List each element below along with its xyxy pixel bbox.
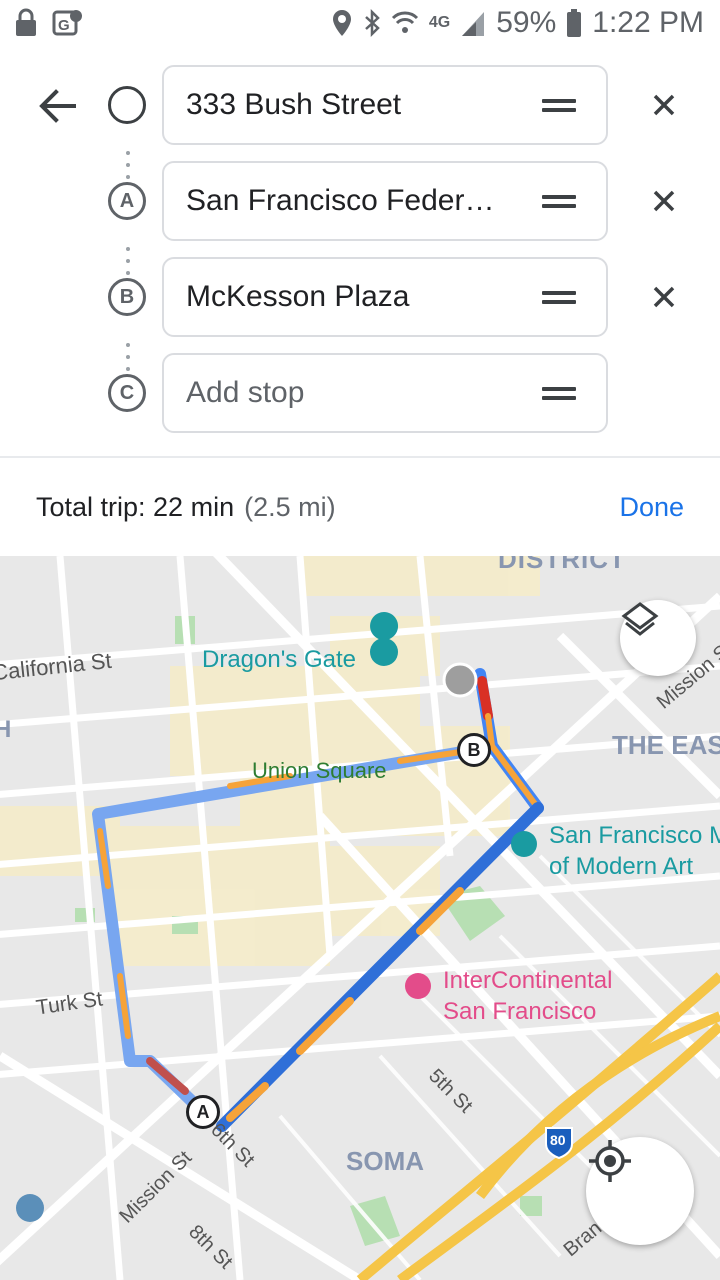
stop-row-c: C Add stop (0, 353, 720, 433)
map-label-intercontinental-line1: InterContinental (443, 967, 613, 994)
svg-text:G: G (58, 17, 70, 34)
add-stop-placeholder: Add stop (186, 376, 305, 409)
route-marker-b[interactable]: B (457, 733, 491, 767)
drag-handle-icon[interactable] (542, 195, 576, 211)
stop-c-marker: C (108, 374, 146, 412)
map-view[interactable]: DISTRICT California St Dragon's Gate Mis… (0, 556, 720, 1280)
origin-circle-icon (108, 86, 146, 124)
location-icon (332, 10, 351, 36)
highway-shield-label: 80 (550, 1132, 566, 1148)
map-label-h: H (0, 716, 12, 743)
clock: 1:22 PM (592, 6, 704, 39)
remove-stop-a-button[interactable] (648, 185, 680, 217)
battery-percent: 59% (496, 6, 557, 39)
network-type: 4G (428, 14, 451, 31)
map-label-sfmoma-line2: of Modern Art (549, 853, 694, 880)
close-icon (653, 190, 675, 212)
stop-a-input[interactable]: San Francisco Feder… (162, 161, 608, 241)
done-button[interactable]: Done (619, 492, 684, 523)
trip-distance: (2.5 mi) (244, 492, 336, 522)
directions-panel: 333 Bush Street A San Francisco Feder… B… (0, 48, 720, 556)
close-icon (653, 94, 675, 116)
stop-row-origin: 333 Bush Street (0, 65, 720, 145)
stop-a-value: San Francisco Feder… (186, 184, 495, 217)
lock-icon (16, 8, 36, 36)
map-label-district: DISTRICT (498, 556, 626, 574)
drag-handle-icon[interactable] (542, 291, 576, 307)
map-label-dragons-gate: Dragon's Gate (202, 646, 356, 673)
map-label-intercontinental-line2: San Francisco (443, 998, 597, 1025)
remove-origin-button[interactable] (648, 89, 680, 121)
divider (0, 456, 720, 458)
battery-icon (567, 9, 582, 37)
stop-b-input[interactable]: McKesson Plaza (162, 257, 608, 337)
stop-row-b: B McKesson Plaza (0, 257, 720, 337)
trip-duration: Total trip: 22 min (36, 492, 235, 522)
layers-button[interactable] (620, 600, 696, 676)
trip-summary: Total trip: 22 min (2.5 mi) (36, 492, 336, 523)
map-label-sfmoma-line1: San Francisco M (549, 822, 720, 849)
maps-notification-icon: G (52, 10, 82, 36)
stop-a-marker: A (108, 182, 146, 220)
my-location-icon (589, 1140, 631, 1182)
signal-icon (462, 12, 485, 36)
map-label-soma: SOMA (346, 1146, 424, 1176)
stop-b-marker: B (108, 278, 146, 316)
stop-b-value: McKesson Plaza (186, 280, 410, 313)
close-icon (653, 286, 675, 308)
route-marker-a[interactable]: A (186, 1095, 220, 1129)
stop-row-a: A San Francisco Feder… (0, 161, 720, 241)
map-label-union-square: Union Square (252, 758, 387, 783)
map-label-the-east: THE EAS (612, 730, 720, 760)
origin-input[interactable]: 333 Bush Street (162, 65, 608, 145)
bluetooth-icon (365, 8, 380, 38)
drag-handle-icon[interactable] (542, 387, 576, 403)
remove-stop-b-button[interactable] (648, 281, 680, 313)
origin-value: 333 Bush Street (186, 88, 402, 121)
my-location-button[interactable] (586, 1137, 694, 1245)
drag-handle-icon[interactable] (542, 99, 576, 115)
wifi-icon (391, 11, 418, 33)
layers-icon (621, 602, 659, 636)
status-bar: G 4G 59% 1:22 PM (0, 0, 720, 48)
add-stop-input[interactable]: Add stop (162, 353, 608, 433)
